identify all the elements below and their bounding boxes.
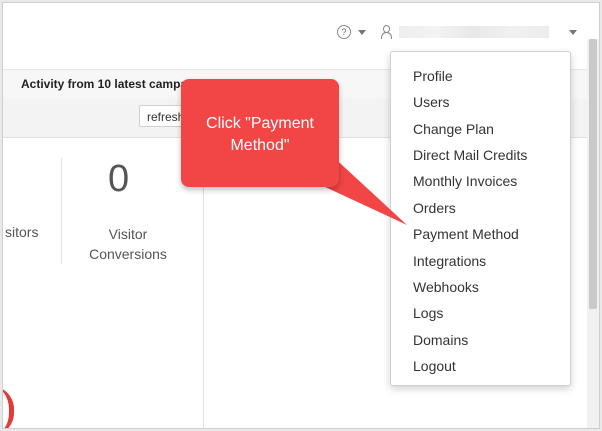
menu-item-logs[interactable]: Logs bbox=[413, 305, 443, 321]
stat-visitors-label: sitors bbox=[5, 224, 39, 240]
app-frame: ? Activity from 10 latest campai refresh… bbox=[2, 2, 600, 429]
menu-item-direct-mail-credits[interactable]: Direct Mail Credits bbox=[413, 147, 527, 163]
chevron-down-icon bbox=[569, 29, 577, 35]
menu-item-profile[interactable]: Profile bbox=[413, 68, 453, 84]
scrollbar[interactable] bbox=[587, 39, 599, 428]
menu-item-monthly-invoices[interactable]: Monthly Invoices bbox=[413, 173, 517, 189]
instruction-callout: Click "Payment Method" bbox=[181, 79, 339, 187]
menu-item-users[interactable]: Users bbox=[413, 94, 450, 110]
help-icon: ? bbox=[337, 25, 351, 39]
stat-label-line1: Visitor bbox=[108, 226, 148, 242]
menu-item-domains[interactable]: Domains bbox=[413, 332, 468, 348]
user-menu[interactable] bbox=[379, 25, 577, 39]
menu-item-payment-method[interactable]: Payment Method bbox=[413, 226, 519, 242]
menu-item-integrations[interactable]: Integrations bbox=[413, 253, 486, 269]
help-icon-symbol: ? bbox=[341, 27, 347, 37]
menu-item-logout[interactable]: Logout bbox=[413, 358, 456, 374]
help-menu[interactable]: ? bbox=[337, 25, 366, 39]
chart-arc bbox=[3, 386, 14, 428]
stat-conversions-label: Visitor Conversions bbox=[83, 224, 173, 264]
chevron-down-icon bbox=[358, 29, 366, 35]
scrollbar-thumb[interactable] bbox=[589, 39, 597, 309]
callout-text-line1: Click "Payment bbox=[206, 115, 314, 132]
menu-item-webhooks[interactable]: Webhooks bbox=[413, 279, 479, 295]
menu-item-orders[interactable]: Orders bbox=[413, 200, 456, 216]
account-dropdown-menu: Profile Users Change Plan Direct Mail Cr… bbox=[390, 51, 571, 386]
callout-text-line2: Method" bbox=[230, 137, 290, 154]
stat-conversions-value: 0 bbox=[108, 158, 130, 200]
stats-panel: sitors 0 Visitor Conversions bbox=[3, 138, 204, 428]
menu-item-change-plan[interactable]: Change Plan bbox=[413, 121, 494, 137]
callout-text: Click "Payment Method" bbox=[181, 113, 339, 157]
activity-title: Activity from 10 latest campai bbox=[21, 77, 191, 91]
divider bbox=[61, 158, 62, 264]
user-icon bbox=[379, 25, 393, 39]
stat-label-line2: Conversions bbox=[89, 246, 167, 262]
redacted-user-name bbox=[399, 26, 549, 38]
